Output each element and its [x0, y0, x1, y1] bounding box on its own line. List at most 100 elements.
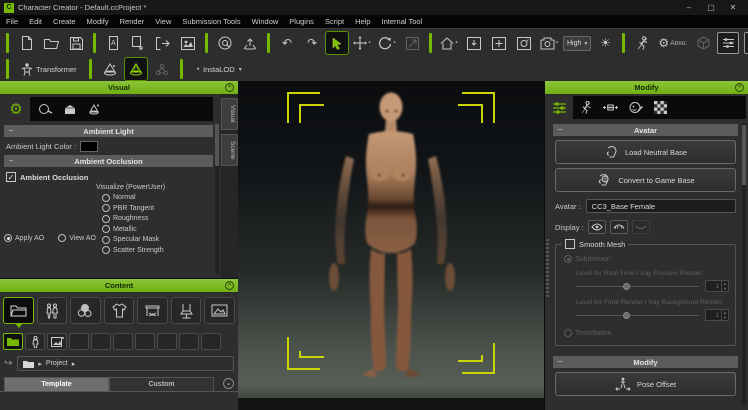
menu-modify[interactable]: Modify [87, 17, 109, 26]
transformer-button[interactable]: Transformer [16, 59, 82, 79]
render-image-button[interactable] [177, 32, 199, 54]
visualize-normal-radio[interactable]: Normal [102, 194, 213, 202]
display-extra-button[interactable] [632, 220, 650, 234]
avatar-name-field[interactable]: CC3_Base Female [586, 199, 736, 213]
category-accessory-button[interactable] [137, 297, 168, 324]
content-panel-close-icon[interactable]: ✕ [225, 281, 234, 290]
visualize-metallic-radio[interactable]: Metallic [102, 225, 213, 233]
character-light-button[interactable] [631, 32, 653, 54]
menu-help[interactable]: Help [355, 17, 370, 26]
orbit-view-button[interactable] [513, 32, 535, 54]
menu-internal-tool[interactable]: Internal Tool [382, 17, 423, 26]
category-project-button[interactable] [3, 297, 34, 324]
lod-wireframe-button[interactable] [99, 58, 121, 80]
lod-decimate-button[interactable] [125, 58, 147, 80]
redo-button[interactable]: ↷ [301, 32, 323, 54]
rotate-tool-caret[interactable]: ▪ [393, 40, 395, 46]
rotate-tool-button[interactable]: ▪ [376, 32, 398, 54]
breadcrumb-back-icon[interactable]: ↩ [4, 358, 12, 369]
close-button[interactable]: ✕ [722, 3, 744, 12]
visualize-scatter-strength-radio[interactable]: Scatter Strength [102, 246, 213, 254]
subcategory-all-button[interactable] [3, 333, 23, 350]
subcategory-empty-slot[interactable] [69, 333, 89, 350]
menu-view[interactable]: View [155, 17, 171, 26]
move-tool-button[interactable]: ▪ [351, 32, 373, 54]
undo-button[interactable]: ↶ [276, 32, 298, 54]
subcategory-empty-slot[interactable] [179, 333, 199, 350]
save-project-button[interactable] [65, 32, 87, 54]
avatar-section-header[interactable]: − Avatar [553, 124, 738, 136]
tab-animation-icon[interactable] [581, 101, 592, 114]
realtime-level-slider[interactable] [576, 282, 699, 291]
camera-frame-caret[interactable]: ▪ [556, 40, 558, 46]
lod-group-button[interactable] [151, 58, 173, 80]
category-cloth-button[interactable] [104, 297, 135, 324]
realtime-level-spinbox[interactable]: 1 ▲▼ [705, 280, 729, 292]
frame-subject-button[interactable] [463, 32, 485, 54]
smooth-mesh-checkbox-row[interactable]: Smooth Mesh [562, 239, 628, 249]
shadow-tab-icon[interactable] [63, 103, 77, 116]
ambient-light-section-header[interactable]: − Ambient Light [4, 125, 213, 137]
modify-panel-header[interactable]: Modify ✕ [545, 81, 748, 94]
category-actor-button[interactable] [37, 297, 68, 324]
maximize-button[interactable]: ▢ [700, 3, 722, 12]
subcategory-empty-slot[interactable] [135, 333, 155, 350]
instalod-button[interactable]: ◔ InstaLOD ▾ [190, 59, 247, 79]
import-button[interactable]: A [102, 32, 124, 54]
side-tab-visual[interactable]: Visual [221, 98, 238, 130]
modify-section-header[interactable]: − Modify [553, 356, 738, 368]
menu-submission-tools[interactable]: Submission Tools [182, 17, 240, 26]
tab-custom[interactable]: Custom [109, 377, 214, 391]
viewport-3d[interactable] [238, 81, 544, 410]
breadcrumb[interactable]: ▸ Project ▸ [17, 356, 234, 371]
visual-panel-header[interactable]: Visual ✕ [0, 81, 238, 94]
menu-render[interactable]: Render [120, 17, 145, 26]
menu-window[interactable]: Window [252, 17, 279, 26]
visual-scrollbar[interactable] [215, 124, 219, 274]
character-model[interactable] [238, 81, 544, 410]
scene-box-button[interactable] [692, 32, 714, 54]
pose-offset-button[interactable]: Pose Offset [555, 372, 736, 396]
subcategory-empty-slot[interactable] [113, 333, 133, 350]
spin-down-icon[interactable]: ▼ [722, 315, 728, 320]
visual-panel-close-icon[interactable]: ✕ [225, 83, 234, 92]
home-camera-button[interactable]: ▪ [438, 32, 460, 54]
subcategory-empty-slot[interactable] [157, 333, 177, 350]
category-material-button[interactable] [70, 297, 101, 324]
ambient-occlusion-section-header[interactable]: − Ambient Occlusion [4, 155, 213, 167]
menu-create[interactable]: Create [53, 17, 76, 26]
menu-plugins[interactable]: Plugins [289, 17, 314, 26]
subcategory-avatar-button[interactable] [25, 333, 45, 350]
breadcrumb-root[interactable]: Project [46, 360, 68, 367]
category-furniture-button[interactable] [171, 297, 202, 324]
subcategory-image-button[interactable] [47, 333, 67, 350]
tab-template[interactable]: Template [4, 377, 109, 391]
view-ao-radio[interactable]: View AO [58, 234, 96, 242]
export-button[interactable] [127, 32, 149, 54]
menu-edit[interactable]: Edit [29, 17, 42, 26]
camera-frame-button[interactable]: ▪ [538, 32, 560, 54]
tab-attribute[interactable] [547, 96, 571, 119]
spotlight-tab-icon[interactable] [87, 103, 101, 116]
tab-appearance-icon[interactable] [629, 101, 643, 114]
display-eyelash-button[interactable] [610, 220, 628, 234]
share-upload-button[interactable] [239, 32, 261, 54]
smooth-mesh-checkbox[interactable] [565, 239, 575, 249]
camera-tab-icon[interactable] [38, 103, 53, 115]
open-project-button[interactable] [40, 32, 62, 54]
ambient-occlusion-checkbox[interactable]: ✓ [6, 172, 16, 182]
category-stage-button[interactable] [204, 297, 235, 324]
content-expand-icon[interactable]: ⌄ [223, 378, 234, 389]
convert-to-game-base-button[interactable]: Convert to Game Base [555, 168, 736, 192]
final-level-spinbox[interactable]: 1 ▲▼ [705, 309, 729, 321]
tessellation-radio[interactable]: Tessellation [564, 329, 729, 337]
ambient-light-color-swatch[interactable] [80, 141, 98, 152]
modify-scrollbar[interactable] [742, 123, 746, 406]
menu-file[interactable]: File [6, 17, 18, 26]
content-panel-header[interactable]: Content ✕ [0, 279, 238, 292]
ambient-settings-tab[interactable]: ⚙ [4, 97, 28, 121]
visualize-roughness-radio[interactable]: Roughness [102, 215, 213, 223]
preview-light-button[interactable]: ☀ [594, 32, 616, 54]
modify-panel-close-icon[interactable]: ✕ [735, 83, 744, 92]
subdivision-radio[interactable]: Subdivision [564, 255, 729, 263]
